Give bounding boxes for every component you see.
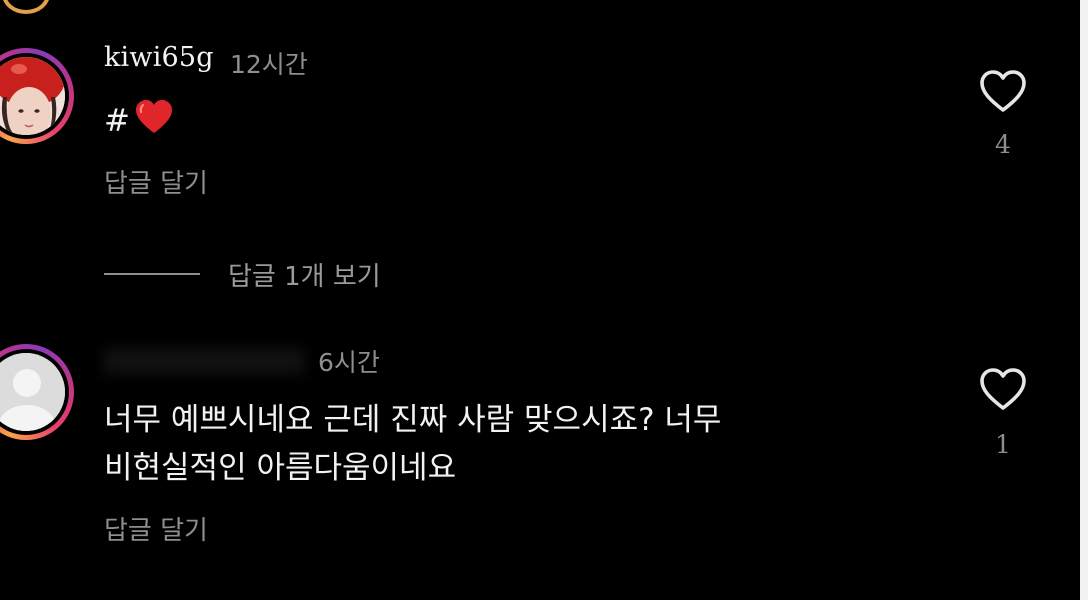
heart-outline-icon[interactable] <box>978 366 1028 416</box>
view-replies-button[interactable]: 답글 1개 보기 <box>104 254 381 294</box>
view-replies-line <box>104 273 200 275</box>
comment-text-line-2: 비현실적인 아름다움이네요 <box>104 450 457 486</box>
red-heart-emoji <box>134 99 174 148</box>
avatar[interactable] <box>0 344 74 440</box>
like-count: 4 <box>995 130 1011 159</box>
blurred-username <box>104 348 304 374</box>
view-replies-label: 답글 1개 보기 <box>228 261 381 292</box>
heart-outline-icon[interactable] <box>978 68 1028 118</box>
reply-button[interactable]: 답글 달기 <box>104 510 208 547</box>
comment-username[interactable]: kiwi65g <box>104 42 214 73</box>
comments-screen: kiwi65g 12시간 # 답글 달기 4 답글 1개 보기 6시간 너무 예… <box>0 0 1088 600</box>
reply-button[interactable]: 답글 달기 <box>104 163 208 200</box>
comment-hash: # <box>104 103 130 139</box>
avatar[interactable] <box>0 48 74 144</box>
comment-timestamp: 12시간 <box>230 50 308 79</box>
comment-text: # <box>104 98 174 148</box>
image-edge <box>1080 0 1088 600</box>
comment-timestamp: 6시간 <box>318 348 380 377</box>
bottom-cutoff <box>0 548 1088 600</box>
previous-avatar-ring <box>2 0 50 14</box>
comment-text-line-1: 너무 예쁘시네요 근데 진짜 사람 맞으시죠? 너무 <box>104 402 722 438</box>
like-count: 1 <box>995 430 1011 459</box>
